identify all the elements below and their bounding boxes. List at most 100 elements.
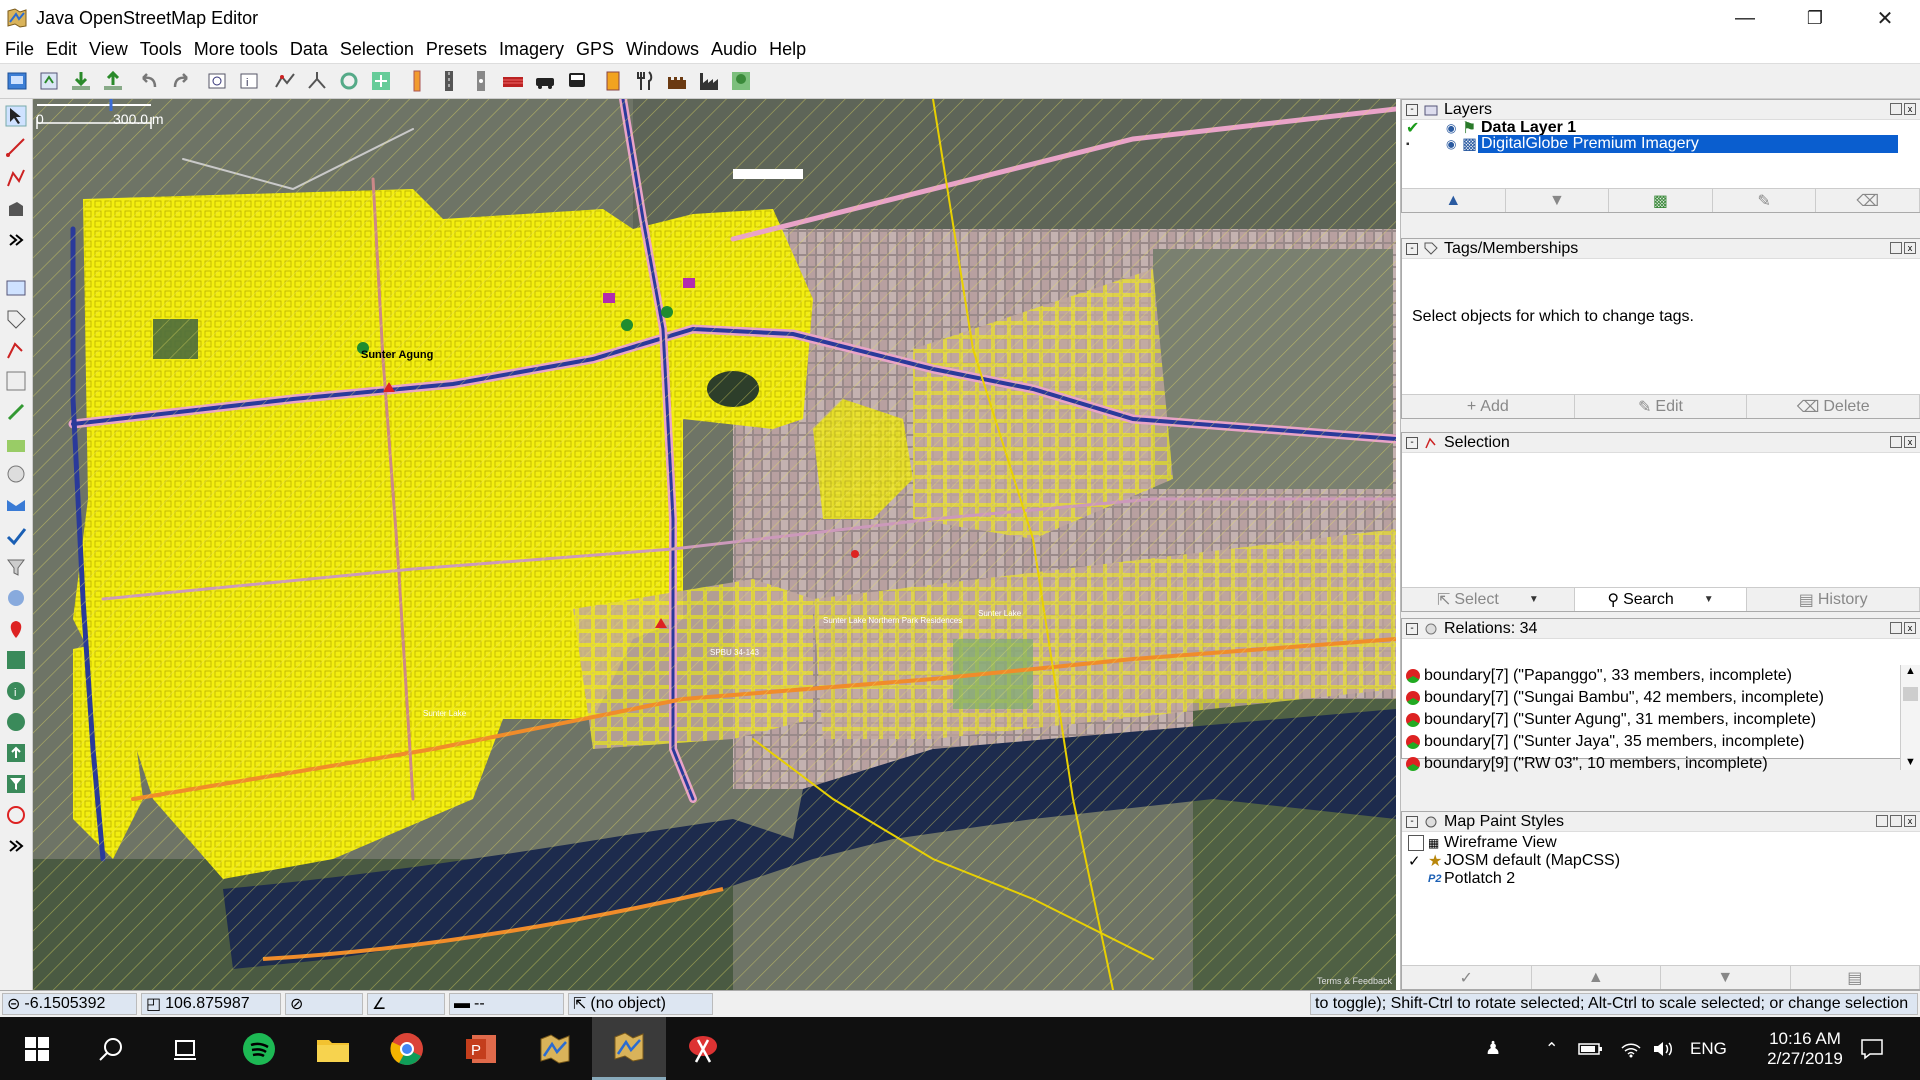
- history-panel-icon[interactable]: [2, 708, 30, 736]
- activate-style-icon[interactable]: ✓: [1402, 966, 1532, 989]
- relations-scrollbar[interactable]: ▲ ▼: [1900, 665, 1920, 770]
- move-down-icon[interactable]: ▼: [1506, 189, 1610, 212]
- layer-row-data[interactable]: ✔ ◉ ⚑ Data Layer 1: [1402, 119, 1920, 137]
- filter-panel-icon[interactable]: [2, 770, 30, 798]
- volume-icon[interactable]: [1652, 1017, 1674, 1080]
- simplify-icon[interactable]: [271, 67, 299, 95]
- panel-close-icon[interactable]: x: [1904, 242, 1916, 254]
- improve-way-icon[interactable]: [2, 164, 30, 192]
- menu-windows[interactable]: Windows: [625, 39, 700, 60]
- battery-icon[interactable]: [1578, 1017, 1604, 1080]
- visible-eye-icon[interactable]: ◉: [1446, 137, 1462, 151]
- filter-icon[interactable]: [2, 553, 30, 581]
- map-paint-toggle-icon[interactable]: [2, 429, 30, 457]
- wifi-icon[interactable]: [1620, 1017, 1642, 1080]
- panel-settings-icon[interactable]: [1890, 622, 1902, 634]
- info-icon[interactable]: i: [235, 67, 263, 95]
- selection-toggle-icon[interactable]: [2, 336, 30, 364]
- show-hidden-icons-chevron[interactable]: ⌃: [1545, 1017, 1558, 1080]
- chevron-down-icon[interactable]: ▼: [1529, 594, 1539, 605]
- select-button[interactable]: ⇱ Select ▼: [1402, 588, 1575, 611]
- info-panel-icon[interactable]: i: [2, 677, 30, 705]
- style-row-potlatch[interactable]: P2 Potlatch 2: [1402, 870, 1920, 888]
- relation-item[interactable]: boundary[7] ("Sunter Jaya", 35 members, …: [1402, 731, 1902, 753]
- layers-toggle-icon[interactable]: [2, 274, 30, 302]
- restore-button[interactable]: ❐: [1780, 0, 1850, 36]
- delete-tag-button[interactable]: ⌫ Delete: [1747, 395, 1920, 418]
- relation-item[interactable]: boundary[7] ("Sunter Agung", 31 members,…: [1402, 709, 1902, 731]
- snipping-tool-icon[interactable]: [666, 1017, 740, 1080]
- preset-restaurant-icon[interactable]: [631, 67, 659, 95]
- move-up-icon[interactable]: ▲: [1532, 966, 1661, 989]
- relation-item[interactable]: boundary[7] ("Papanggo", 33 members, inc…: [1402, 665, 1902, 687]
- menu-help[interactable]: Help: [768, 39, 807, 60]
- menu-audio[interactable]: Audio: [710, 39, 758, 60]
- menu-edit[interactable]: Edit: [45, 39, 78, 60]
- validation-toggle-icon[interactable]: [2, 522, 30, 550]
- menu-selection[interactable]: Selection: [339, 39, 415, 60]
- preset-castle-icon[interactable]: [663, 67, 691, 95]
- search-icon[interactable]: [74, 1017, 148, 1080]
- save-icon[interactable]: [35, 67, 63, 95]
- style-info-icon[interactable]: ▤: [1791, 966, 1920, 989]
- relation-toggle-icon[interactable]: [2, 584, 30, 612]
- show-hide-icon[interactable]: ✎: [1713, 189, 1817, 212]
- panel-settings-icon[interactable]: [1890, 436, 1902, 448]
- panel-close-icon[interactable]: x: [1904, 815, 1916, 827]
- minimize-button[interactable]: —: [1710, 0, 1780, 36]
- preset-car-icon[interactable]: [531, 67, 559, 95]
- panel-close-icon[interactable]: x: [1904, 103, 1916, 115]
- panel-close-icon[interactable]: x: [1904, 436, 1916, 448]
- notifications-icon[interactable]: [1860, 1017, 1884, 1080]
- preset-barrier-icon[interactable]: [403, 67, 431, 95]
- preset-park-icon[interactable]: [727, 67, 755, 95]
- marker-toggle-icon[interactable]: [2, 615, 30, 643]
- collapse-icon[interactable]: -: [1406, 436, 1418, 449]
- preset-lane-icon[interactable]: [467, 67, 495, 95]
- add-tag-button[interactable]: + Add: [1402, 395, 1575, 418]
- imagery-panel-icon[interactable]: [2, 646, 30, 674]
- upload-icon[interactable]: [99, 67, 127, 95]
- map-view[interactable]: 0 300.0 m Sunter Agung Sunter Lake Sunte…: [33, 99, 1396, 990]
- draw-mode-icon[interactable]: [2, 133, 30, 161]
- edit-tag-button[interactable]: ✎ Edit: [1575, 395, 1748, 418]
- history-button[interactable]: ▤ History: [1747, 588, 1920, 611]
- map-attribution[interactable]: Terms & Feedback: [1317, 976, 1392, 986]
- spotify-icon[interactable]: [222, 1017, 296, 1080]
- close-button[interactable]: ✕: [1850, 0, 1920, 36]
- checkmark-icon[interactable]: ✓: [1408, 852, 1428, 870]
- panel-close-icon[interactable]: x: [1904, 622, 1916, 634]
- menu-presets[interactable]: Presets: [425, 39, 488, 60]
- filter-view-icon[interactable]: [2, 460, 30, 488]
- collapse-icon[interactable]: -: [1406, 242, 1418, 255]
- preset-building-icon[interactable]: [499, 67, 527, 95]
- task-view-icon[interactable]: [148, 1017, 222, 1080]
- scrollbar-thumb[interactable]: [1903, 687, 1918, 701]
- open-icon[interactable]: [3, 67, 31, 95]
- visible-eye-icon[interactable]: ◉: [1446, 121, 1462, 135]
- move-down-icon[interactable]: ▼: [1661, 966, 1791, 989]
- chevron-up-icon[interactable]: ▲: [1901, 665, 1920, 677]
- chevron-down-icon[interactable]: ▼: [1901, 756, 1920, 768]
- style-row-wireframe[interactable]: ▦ Wireframe View: [1402, 834, 1920, 852]
- style-row-josm-default[interactable]: ✓ ★ JOSM default (MapCSS): [1402, 852, 1920, 870]
- extrude-icon[interactable]: [2, 195, 30, 223]
- imagery-offset-icon[interactable]: [367, 67, 395, 95]
- style-checkbox[interactable]: [1408, 835, 1424, 851]
- panel-settings-icon[interactable]: [1890, 103, 1902, 115]
- measurement-panel-icon[interactable]: [2, 801, 30, 829]
- redo-icon[interactable]: [167, 67, 195, 95]
- start-icon[interactable]: [0, 1017, 74, 1080]
- collapse-icon[interactable]: -: [1406, 815, 1418, 828]
- delete-layer-icon[interactable]: ⌫: [1816, 189, 1920, 212]
- people-icon[interactable]: ♟: [1485, 1017, 1501, 1080]
- download-icon[interactable]: [67, 67, 95, 95]
- menu-tools[interactable]: Tools: [139, 39, 183, 60]
- menu-more-tools[interactable]: More tools: [193, 39, 279, 60]
- chevron-down-icon[interactable]: ▼: [1704, 594, 1714, 605]
- menu-gps[interactable]: GPS: [575, 39, 615, 60]
- panel-settings-icon[interactable]: [1876, 815, 1888, 827]
- refresh-icon[interactable]: [335, 67, 363, 95]
- preset-bus-icon[interactable]: [563, 67, 591, 95]
- collapse-icon[interactable]: -: [1406, 622, 1418, 635]
